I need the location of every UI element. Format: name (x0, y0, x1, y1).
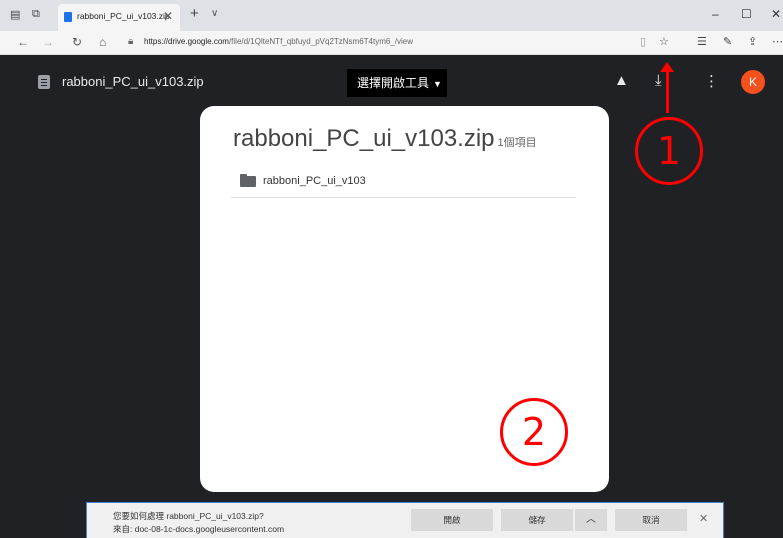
back-icon[interactable]: ← (17, 35, 29, 49)
viewer-file-name: rabboni_PC_ui_v103.zip (62, 74, 204, 89)
close-icon[interactable]: ✕ (699, 512, 708, 525)
download-source: 來自: doc-08-1c-docs.googleusercontent.com (113, 524, 285, 534)
url-host: https://drive.google.com (144, 37, 229, 46)
url-text: https://drive.google.com/file/d/1QlteNTf… (144, 37, 413, 46)
avatar[interactable]: K (741, 70, 765, 94)
window-close-button[interactable]: ✕ (771, 7, 781, 21)
item-count: 1個項目 (497, 137, 537, 149)
more-vert-icon[interactable]: ⋮ (704, 72, 719, 90)
save-button[interactable]: 儲存 (501, 509, 573, 531)
cancel-button[interactable]: 取消 (615, 509, 687, 531)
new-tab-button[interactable]: + (190, 5, 199, 22)
open-button[interactable]: 開啟 (411, 509, 493, 531)
address-bar: ← → ↻ ⌂ 🔒︎ https://drive.google.com/file… (0, 31, 783, 55)
tab-close-icon[interactable]: ✕ (163, 9, 173, 23)
tabs-aside-icon[interactable]: ⧉ (32, 8, 40, 21)
lock-icon: 🔒︎ (128, 36, 134, 47)
folder-label: rabboni_PC_ui_v103 (263, 175, 366, 187)
tab-menu-chevron-icon[interactable]: ∨ (211, 8, 218, 19)
drive-add-icon[interactable]: ▲ (614, 72, 629, 89)
download-question: 您要如何處理 rabboni_PC_ui_v103.zip? (113, 511, 264, 521)
drive-file-favicon-icon (64, 12, 72, 22)
favorites-icon[interactable]: ☰ (697, 35, 707, 48)
file-icon (38, 75, 50, 89)
star-icon[interactable]: ☆ (659, 35, 669, 48)
refresh-icon[interactable]: ↻ (72, 35, 82, 49)
url-path: /file/d/1QlteNTf_qbfuyd_pVq2TzNsm6T4tym6… (228, 37, 414, 46)
folder-icon (240, 174, 256, 187)
list-item[interactable]: rabboni_PC_ui_v103 (231, 168, 576, 198)
tab-title: rabboni_PC_ui_v103.zip (77, 11, 170, 21)
caret-down-icon: ▼ (433, 79, 442, 89)
minimize-button[interactable]: – (712, 7, 719, 21)
annotation-arrow (660, 62, 674, 113)
browser-tab-bar: ▤ ⧉ rabboni_PC_ui_v103.zip ✕ + ∨ – ☐ ✕ (0, 0, 783, 31)
reading-view-icon[interactable]: ▯ (640, 35, 646, 48)
open-with-label: 選擇開啟工具 (357, 76, 430, 90)
url-input[interactable]: 🔒︎ https://drive.google.com/file/d/1Qlte… (122, 34, 682, 52)
annotation-marker-1: 1 (635, 117, 703, 185)
maximize-button[interactable]: ☐ (741, 7, 752, 21)
download-prompt: 您要如何處理 rabboni_PC_ui_v103.zip? 來自: doc-0… (86, 502, 724, 538)
card-title-line: rabboni_PC_ui_v103.zip 1個項目 (233, 125, 537, 153)
more-menu-icon[interactable]: ⋯ (772, 35, 783, 48)
save-options-chevron-icon[interactable]: ︿ (575, 509, 607, 531)
tab-actions-icon[interactable]: ▤ (10, 8, 20, 21)
browser-tab[interactable]: rabboni_PC_ui_v103.zip ✕ (58, 4, 180, 31)
open-with-button[interactable]: 選擇開啟工具 ▼ (347, 69, 447, 97)
forward-icon[interactable]: → (42, 35, 54, 49)
download-icon[interactable]: ⤓ (655, 72, 662, 89)
card-title: rabboni_PC_ui_v103.zip (233, 125, 495, 152)
pen-icon[interactable]: ✎ (723, 35, 732, 48)
annotation-marker-2: 2 (500, 398, 568, 466)
home-icon[interactable]: ⌂ (99, 35, 106, 49)
share-icon[interactable]: ⇪ (748, 35, 757, 48)
